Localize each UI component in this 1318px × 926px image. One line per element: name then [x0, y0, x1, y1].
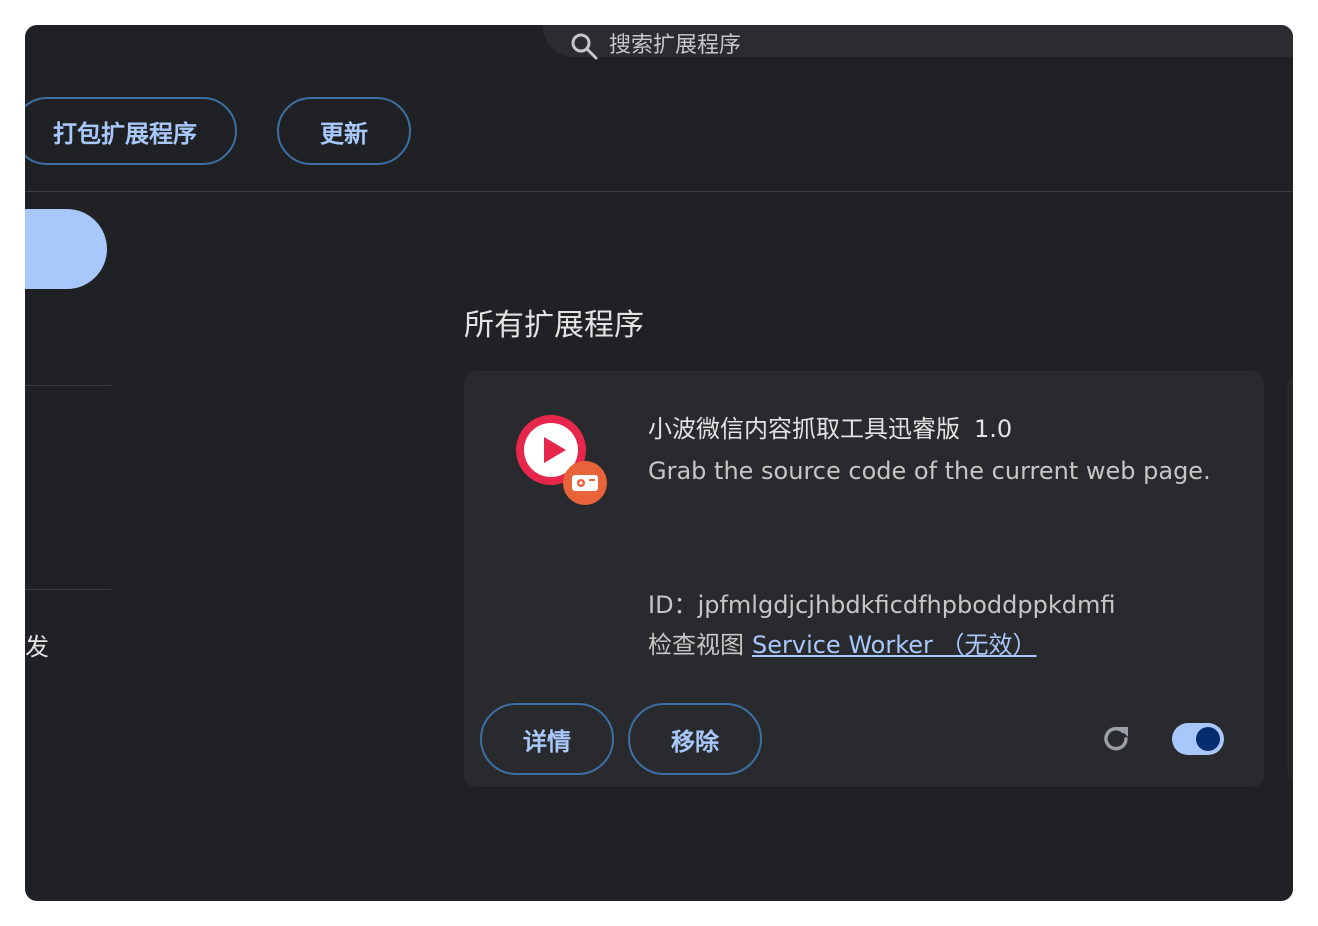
next-extension-card-edge — [1287, 377, 1293, 781]
extension-id-label: ID： — [648, 591, 698, 619]
update-button[interactable]: 更新 — [277, 97, 411, 165]
details-button[interactable]: 详情 — [480, 703, 614, 775]
inspect-views: 检查视图 Service Worker （无效） — [648, 625, 1037, 660]
extension-description: Grab the source code of the current web … — [648, 457, 1211, 485]
pack-extension-button[interactable]: 打包扩展程序 — [25, 97, 237, 165]
remove-button[interactable]: 移除 — [628, 703, 762, 775]
extension-id: ID：jpfmlgdjcjhbdkficdfhpboddppkdmfi — [648, 585, 1115, 620]
extension-play-icon — [516, 415, 607, 505]
inspect-views-label: 检查视图 — [648, 631, 744, 659]
search-icon — [571, 33, 598, 60]
toolbar-divider — [25, 191, 1293, 192]
extension-name: 小波微信内容抓取工具迅睿版 1.0 — [648, 409, 1012, 444]
toggle-knob — [1196, 727, 1220, 751]
search-placeholder: 搜索扩展程序 — [609, 33, 742, 58]
extension-title: 小波微信内容抓取工具迅睿版 — [648, 415, 960, 443]
extension-card: 小波微信内容抓取工具迅睿版 1.0 Grab the source code of… — [464, 371, 1264, 787]
search-bar[interactable]: 搜索扩展程序 — [543, 25, 1293, 60]
extension-id-value: jpfmlgdjcjhbdkficdfhpboddppkdmfi — [697, 591, 1116, 619]
sidebar-item-active[interactable] — [25, 209, 107, 289]
sidebar-item-label[interactable]: 发 — [25, 627, 49, 662]
sidebar-divider — [25, 589, 111, 590]
service-worker-link[interactable]: Service Worker （无效） — [752, 631, 1037, 659]
sidebar-divider — [25, 385, 111, 386]
enable-toggle[interactable] — [1172, 723, 1224, 755]
reload-icon[interactable] — [1098, 721, 1134, 757]
extension-version: 1.0 — [974, 415, 1013, 443]
extensions-window: 搜索扩展程序 打包扩展程序 更新 发 所有扩展程序 小波微信内容抓取工具迅睿版 1… — [25, 25, 1293, 901]
section-title: 所有扩展程序 — [464, 308, 644, 343]
